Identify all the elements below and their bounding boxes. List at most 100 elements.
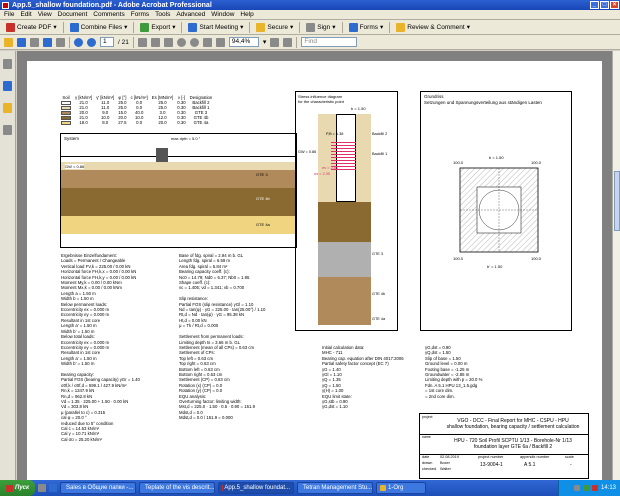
menu-forms[interactable]: Forms [131, 11, 149, 18]
start-label: Пуск [15, 485, 30, 491]
layer-backfill1 [61, 162, 296, 170]
tray-icon[interactable] [582, 485, 589, 491]
fit-page-icon[interactable] [202, 37, 212, 47]
stress-label: GTE 4b [372, 292, 386, 296]
layer-gte4b [61, 188, 296, 216]
menu-edit[interactable]: Edit [20, 11, 31, 18]
menu-help[interactable]: Help [240, 11, 253, 18]
tb-name-label: name [422, 435, 431, 439]
tray-icon[interactable] [591, 485, 598, 491]
minimize-button[interactable]: _ [590, 1, 599, 9]
menu-bar: File Edit View Document Comments Forms T… [0, 10, 620, 20]
menu-document[interactable]: Document [58, 11, 88, 18]
rotate-icon[interactable] [270, 37, 280, 47]
toolbar-separator [249, 21, 251, 33]
tray-icon[interactable] [573, 485, 580, 491]
plan-title-block: Grundriss Setzungen und Spannungsverteil… [424, 94, 542, 105]
foundation-block [156, 148, 168, 162]
menu-window[interactable]: Window [211, 11, 234, 18]
lock-icon [256, 22, 266, 32]
info-line: γG,dst = 1.10 [322, 404, 348, 410]
info-line: = 2nd core dim. [425, 393, 455, 399]
pages-icon[interactable] [3, 59, 12, 69]
depth-label: max dpth = 5.0 ° [171, 136, 201, 141]
tb-date-label: date [422, 455, 430, 459]
bookmarks-icon[interactable] [3, 81, 12, 91]
zoom-out-icon[interactable] [176, 37, 186, 47]
tb-project-label: project [422, 415, 433, 419]
menu-advanced[interactable]: Advanced [176, 11, 205, 18]
clock[interactable]: 14:13 [601, 485, 616, 491]
sign-label: Sign [317, 23, 331, 31]
tb-projno-label: project number [478, 455, 504, 459]
task-label: 1-Org [388, 485, 404, 491]
calc-line: Cal σü = 25.20 kN/m² [61, 436, 102, 442]
folder-icon [380, 485, 387, 491]
sign-button[interactable]: Sign ▾ [304, 21, 337, 33]
plan-dim-top: b = 1.50 [489, 155, 504, 160]
zoom-tool-icon[interactable] [163, 37, 173, 47]
taskbar-item-tetran[interactable]: Tetran Management Stu... [297, 482, 374, 494]
start-button[interactable]: Пуск [0, 480, 36, 496]
menu-view[interactable]: View [38, 11, 52, 18]
quicklaunch-icon[interactable] [38, 484, 47, 492]
menu-tools[interactable]: Tools [155, 11, 170, 18]
zoom-level-input[interactable]: 94,4% [228, 37, 259, 47]
forms-button[interactable]: Forms ▾ [347, 21, 386, 33]
gw-label: GW = 0.86 [65, 164, 85, 169]
open-folder-icon[interactable] [4, 37, 13, 47]
reading-mode-icon[interactable] [283, 37, 293, 47]
combine-files-button[interactable]: Combine Files ▾ [68, 21, 130, 33]
hand-tool-icon[interactable] [150, 37, 160, 47]
previous-page-icon[interactable] [74, 37, 83, 47]
menu-comments[interactable]: Comments [93, 11, 124, 18]
document-view[interactable]: Soil γ [kN/m³] γ' [kN/m³] φ [°] c [kN/m²… [17, 51, 612, 480]
comment-icon [396, 22, 406, 32]
navigation-panel [0, 51, 16, 480]
tb-appno-label: appendix number [520, 455, 550, 459]
soil-row: 18.0 8.0 27.5 0.0 20.0 0.30 GTE 4a [59, 120, 214, 125]
toolbar-separator [341, 21, 343, 33]
menu-file[interactable]: File [4, 11, 14, 18]
pen-icon [306, 22, 316, 32]
tb-projno: 13-9004-1 [480, 462, 503, 468]
meeting-icon [188, 22, 198, 32]
tb-appno: A 5.1 [524, 462, 536, 468]
select-tool-icon[interactable] [137, 37, 147, 47]
comments-icon[interactable] [3, 103, 12, 113]
start-meeting-button[interactable]: Start Meeting ▾ [186, 21, 245, 33]
task-label: App.5_shallow foundat... [224, 485, 291, 491]
email-icon[interactable] [43, 37, 52, 47]
stress-width-label: b = 1.50 [351, 106, 366, 111]
review-comment-button[interactable]: Review & Comment ▾ [394, 21, 472, 33]
secure-button[interactable]: Secure ▾ [254, 21, 295, 33]
zoom-in-icon[interactable] [189, 37, 199, 47]
plan-view: Grundriss Setzungen und Spannungsverteil… [420, 91, 572, 331]
windows-logo-icon [6, 484, 13, 492]
fit-width-icon[interactable] [215, 37, 225, 47]
soil-swatch [61, 115, 71, 120]
page-number-input[interactable]: 1 [100, 37, 114, 47]
close-button[interactable]: × [610, 1, 619, 9]
layer-label: GTE 4a [256, 222, 270, 227]
taskbar-item-acrobat[interactable]: App.5_shallow foundat... [218, 482, 295, 494]
quicklaunch-icon[interactable] [49, 484, 58, 492]
maximize-button[interactable]: □ [600, 1, 609, 9]
next-page-icon[interactable] [87, 37, 96, 47]
print-icon[interactable] [30, 37, 39, 47]
save-icon[interactable] [17, 37, 26, 47]
taskbar-item-word[interactable]: Teplate of the vis descrit... [139, 482, 216, 494]
search-icon[interactable] [56, 37, 65, 47]
soil-swatch [61, 120, 71, 125]
create-pdf-button[interactable]: Create PDF ▾ [4, 21, 59, 33]
find-input[interactable]: Find [301, 37, 358, 47]
export-button[interactable]: Export ▾ [138, 21, 177, 33]
taskbar-item-outlook[interactable]: Sales в Общие папки -... [60, 482, 137, 494]
attachments-icon[interactable] [3, 125, 12, 135]
task-label: Sales в Общие папки -... [66, 485, 134, 491]
taskbar-item-org[interactable]: 1-Org [376, 482, 427, 494]
scrollbar-thumb[interactable] [614, 171, 620, 231]
window-titlebar[interactable]: App.5_shallow foundation.pdf - Adobe Acr… [0, 0, 620, 10]
vertical-scrollbar[interactable] [612, 51, 620, 480]
zoom-dropdown-icon[interactable]: ▾ [263, 38, 267, 46]
